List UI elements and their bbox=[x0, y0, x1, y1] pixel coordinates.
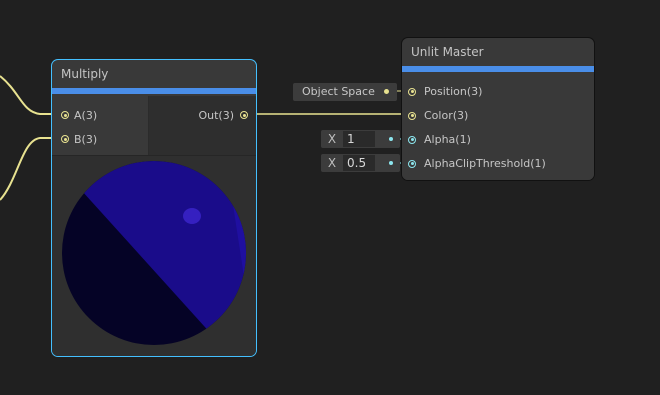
alpha-clip-value-field[interactable]: X 0.5 bbox=[321, 154, 400, 172]
alpha-value-field[interactable]: X 1 bbox=[321, 130, 400, 148]
port-alpha-label: Alpha(1) bbox=[424, 133, 471, 146]
port-alpha-clip-slot-icon[interactable] bbox=[408, 159, 416, 168]
port-alpha-clip[interactable]: AlphaClipThreshold(1) bbox=[408, 157, 546, 170]
alpha-clip-input[interactable]: 0.5 bbox=[343, 155, 375, 171]
unlit-master-node[interactable]: Unlit Master Position(3) Color(3) Alpha(… bbox=[402, 38, 594, 180]
port-color[interactable]: Color(3) bbox=[408, 109, 468, 122]
port-position[interactable]: Position(3) bbox=[408, 85, 482, 98]
alpha-clip-connector-icon bbox=[389, 161, 393, 165]
unlit-master-bar bbox=[402, 66, 594, 72]
alpha-connector-icon bbox=[389, 137, 393, 141]
alpha-input[interactable]: 1 bbox=[343, 131, 375, 147]
alpha-axis-label: X bbox=[327, 132, 337, 146]
port-alpha-clip-label: AlphaClipThreshold(1) bbox=[424, 157, 546, 170]
port-position-label: Position(3) bbox=[424, 85, 483, 98]
port-color-slot-icon[interactable] bbox=[408, 111, 416, 120]
port-alpha[interactable]: Alpha(1) bbox=[408, 133, 471, 146]
port-position-slot-icon[interactable] bbox=[408, 87, 416, 96]
alpha-clip-axis-label: X bbox=[327, 156, 337, 170]
unlit-master-title[interactable]: Unlit Master bbox=[402, 38, 594, 66]
unlit-master-ports: Position(3) Color(3) Alpha(1) AlphaClipT… bbox=[402, 74, 594, 180]
port-alpha-slot-icon[interactable] bbox=[408, 135, 416, 144]
port-color-label: Color(3) bbox=[424, 109, 469, 122]
